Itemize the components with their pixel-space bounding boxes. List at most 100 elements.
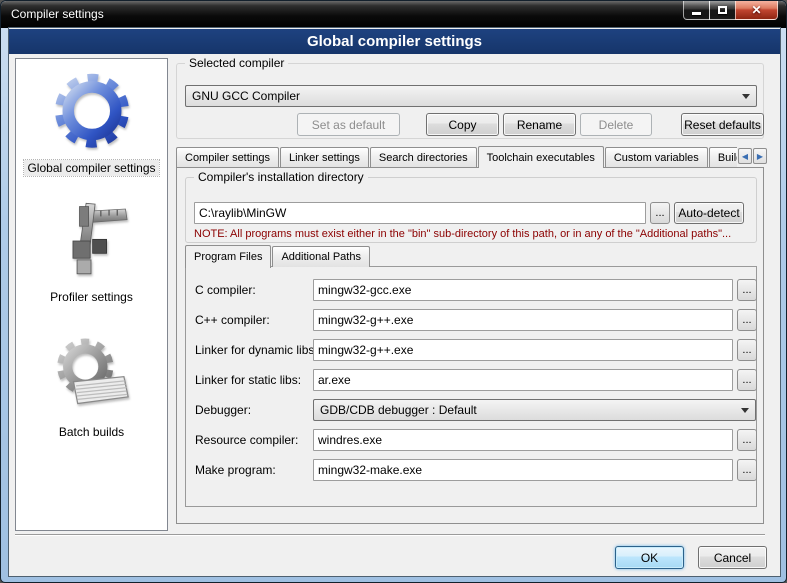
ellipsis-icon: ...	[742, 314, 751, 326]
tab-compiler-settings[interactable]: Compiler settings	[176, 147, 279, 168]
sidebar-item-profiler-settings[interactable]: Profiler settings	[47, 200, 136, 305]
make-program-label: Make program:	[195, 463, 276, 477]
ellipsis-icon: ...	[655, 207, 664, 219]
tab-label: Custom variables	[614, 152, 699, 164]
button-label: Rename	[517, 118, 562, 132]
window-title: Compiler settings	[11, 7, 104, 21]
sidebar-item-label: Profiler settings	[47, 289, 136, 305]
note-text: NOTE: All programs must exist either in …	[194, 228, 731, 240]
compiler-settings-dialog: Compiler settings ✕ Global compiler sett…	[0, 0, 787, 583]
minimize-icon	[692, 12, 701, 15]
static-linker-input[interactable]	[313, 369, 733, 391]
tab-label: Compiler settings	[185, 152, 270, 164]
copy-button[interactable]: Copy	[426, 113, 499, 136]
minimize-button[interactable]	[683, 1, 710, 20]
maximize-button[interactable]	[709, 1, 736, 20]
button-label: Auto-detect	[678, 206, 739, 220]
make-program-input[interactable]	[313, 459, 733, 481]
settings-category-list: Global compiler settings	[15, 58, 168, 531]
resource-compiler-input[interactable]	[313, 429, 733, 451]
auto-detect-button[interactable]: Auto-detect	[674, 202, 744, 224]
ok-button[interactable]: OK	[615, 546, 684, 569]
button-label: Set as default	[312, 118, 385, 132]
settings-tabstrip: Compiler settings Linker settings Search…	[176, 145, 737, 168]
sidebar-item-label: Global compiler settings	[24, 160, 158, 176]
maximize-icon	[718, 6, 727, 14]
resource-compiler-browse-button[interactable]: ...	[737, 429, 757, 451]
installation-directory-group: Compiler's installation directory ... Au…	[185, 177, 757, 243]
button-label: Cancel	[714, 551, 751, 565]
delete-button[interactable]: Delete	[580, 113, 652, 136]
static-linker-label: Linker for static libs:	[195, 373, 301, 387]
tab-toolchain-executables[interactable]: Toolchain executables	[478, 146, 604, 168]
browse-directory-button[interactable]: ...	[650, 202, 670, 224]
button-label: Reset defaults	[684, 118, 761, 132]
blue-gear-icon	[48, 65, 136, 158]
arrow-left-icon: ◀	[742, 152, 748, 161]
dialog-header-title: Global compiler settings	[307, 33, 482, 50]
static-linker-browse-button[interactable]: ...	[737, 369, 757, 391]
selected-compiler-group: Selected compiler GNU GCC Compiler Set a…	[176, 63, 764, 139]
tab-label: Build options	[718, 152, 737, 164]
installation-directory-group-label: Compiler's installation directory	[194, 170, 368, 184]
tab-program-files[interactable]: Program Files	[185, 245, 271, 268]
dialog-client-area: Global compiler settings Globa	[9, 28, 780, 576]
c-compiler-browse-button[interactable]: ...	[737, 279, 757, 301]
tab-linker-settings[interactable]: Linker settings	[280, 147, 369, 168]
sidebar-item-global-compiler-settings[interactable]: Global compiler settings	[24, 65, 158, 176]
cpp-compiler-label: C++ compiler:	[195, 313, 270, 327]
sidebar-item-batch-builds[interactable]: Batch builds	[50, 333, 134, 440]
button-label: OK	[641, 551, 658, 565]
cpp-compiler-browse-button[interactable]: ...	[737, 309, 757, 331]
set-as-default-button[interactable]: Set as default	[297, 113, 400, 136]
tab-label: Program Files	[194, 251, 262, 263]
dialog-header: Global compiler settings	[9, 29, 780, 54]
program-files-tabstrip: Program Files Additional Paths	[185, 245, 371, 267]
program-files-panel: C compiler: ... C++ compiler: ... Linker…	[185, 266, 757, 507]
ellipsis-icon: ...	[742, 434, 751, 446]
debugger-select[interactable]: GDB/CDB debugger : Default	[313, 399, 756, 421]
button-label: Copy	[448, 118, 476, 132]
make-program-browse-button[interactable]: ...	[737, 459, 757, 481]
sidebar-item-label: Batch builds	[56, 424, 127, 440]
footer-divider	[15, 534, 765, 536]
cpp-compiler-input[interactable]	[313, 309, 733, 331]
tab-scroll-arrows: ◀ ▶	[737, 148, 767, 164]
tab-additional-paths[interactable]: Additional Paths	[272, 246, 370, 267]
compiler-select-value: GNU GCC Compiler	[192, 89, 300, 103]
ellipsis-icon: ...	[742, 344, 751, 356]
compiler-select[interactable]: GNU GCC Compiler	[185, 85, 757, 107]
titlebar[interactable]: Compiler settings ✕	[1, 1, 786, 28]
dynamic-linker-browse-button[interactable]: ...	[737, 339, 757, 361]
cancel-button[interactable]: Cancel	[698, 546, 767, 569]
ellipsis-icon: ...	[742, 374, 751, 386]
chevron-down-icon	[741, 408, 749, 413]
c-compiler-label: C compiler:	[195, 283, 256, 297]
tab-search-directories[interactable]: Search directories	[370, 147, 477, 168]
installation-directory-input[interactable]	[194, 202, 646, 224]
tab-scroll-left-button[interactable]: ◀	[738, 148, 752, 164]
chevron-down-icon	[742, 94, 750, 99]
dynamic-linker-label: Linker for dynamic libs:	[195, 343, 318, 357]
close-icon: ✕	[751, 3, 761, 17]
c-compiler-input[interactable]	[313, 279, 733, 301]
tab-custom-variables[interactable]: Custom variables	[605, 147, 708, 168]
tab-label: Toolchain executables	[487, 152, 595, 164]
close-button[interactable]: ✕	[735, 1, 778, 20]
debugger-label: Debugger:	[195, 403, 251, 417]
selected-compiler-group-label: Selected compiler	[185, 56, 288, 70]
tab-label: Additional Paths	[281, 251, 361, 263]
reset-defaults-button[interactable]: Reset defaults	[681, 113, 764, 136]
debugger-select-value: GDB/CDB debugger : Default	[320, 403, 477, 417]
tab-scroll-right-button[interactable]: ▶	[753, 148, 767, 164]
button-label: Delete	[599, 118, 634, 132]
tab-label: Search directories	[379, 152, 468, 164]
resource-compiler-label: Resource compiler:	[195, 433, 298, 447]
ellipsis-icon: ...	[742, 464, 751, 476]
tab-build-options[interactable]: Build options	[709, 147, 737, 168]
toolchain-executables-panel: Compiler's installation directory ... Au…	[176, 167, 764, 524]
dynamic-linker-input[interactable]	[313, 339, 733, 361]
tab-label: Linker settings	[289, 152, 360, 164]
window-controls: ✕	[683, 1, 778, 20]
rename-button[interactable]: Rename	[503, 113, 576, 136]
